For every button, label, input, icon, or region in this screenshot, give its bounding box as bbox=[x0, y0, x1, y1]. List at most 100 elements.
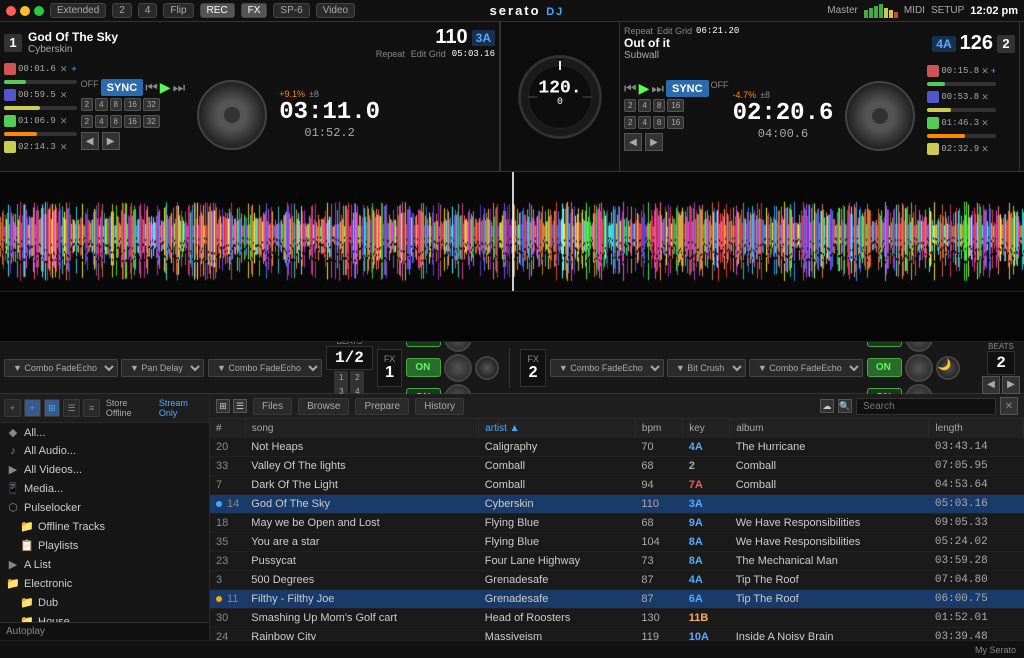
list2-btn[interactable]: ≡ bbox=[83, 399, 100, 417]
loop-fwd[interactable]: ▶ bbox=[102, 132, 120, 150]
col-artist[interactable]: artist ▲ bbox=[479, 419, 636, 438]
table-row[interactable]: 30 Smashing Up Mom's Golf cart Head of R… bbox=[210, 609, 1024, 628]
num-btn-2[interactable]: 2 bbox=[112, 3, 132, 18]
fx-select-2[interactable]: ▼ Pan Delay bbox=[121, 359, 204, 377]
fx-on-2[interactable]: ON bbox=[406, 358, 441, 377]
rec-btn[interactable]: REC bbox=[200, 3, 235, 18]
sp6-btn[interactable]: SP-6 bbox=[273, 3, 309, 18]
table-row[interactable]: 20 Not Heaps Caligraphy 70 4A The Hurric… bbox=[210, 438, 1024, 457]
track-length: 05:03.16 bbox=[929, 495, 1024, 514]
table-row[interactable]: 11 Filthy - Filthy Joe Grenadesafe 87 6A… bbox=[210, 590, 1024, 609]
table-row[interactable]: 14 God Of The Sky Cyberskin 110 3A 05:03… bbox=[210, 495, 1024, 514]
beats-2: BEATS 2 ◀ ▶ bbox=[982, 342, 1020, 394]
list-btn[interactable]: ☰ bbox=[63, 399, 80, 417]
sidebar-item-audio[interactable]: ♪ All Audio... bbox=[0, 442, 209, 460]
hotcue-2[interactable] bbox=[4, 89, 16, 101]
grid-btn[interactable]: ⊞ bbox=[44, 399, 61, 417]
col-key[interactable]: key bbox=[683, 419, 730, 438]
history-btn[interactable]: History bbox=[415, 398, 464, 415]
deck2-fwd[interactable]: ▶ bbox=[645, 133, 663, 151]
fx-on-r2[interactable]: ON bbox=[867, 358, 902, 377]
beats2-back[interactable]: ◀ bbox=[982, 376, 1000, 394]
add-btn[interactable]: + bbox=[4, 399, 21, 417]
loop-back[interactable]: ◀ bbox=[81, 132, 99, 150]
fx-select-6[interactable]: ▼ Combo FadeEcho bbox=[749, 359, 863, 377]
autoplay-bar[interactable]: Autoplay bbox=[0, 622, 209, 640]
fx-select-3[interactable]: ▼ Combo FadeEcho bbox=[208, 359, 322, 377]
waveform-area[interactable] bbox=[0, 172, 1024, 292]
moon-knob-2[interactable]: 🌙 bbox=[936, 356, 960, 380]
store-offline[interactable]: Store Offline bbox=[106, 398, 152, 418]
hotcue-1[interactable] bbox=[4, 63, 16, 75]
col-length[interactable]: length bbox=[929, 419, 1024, 438]
track-length: 03:39.48 bbox=[929, 628, 1024, 641]
close-btn[interactable] bbox=[6, 6, 16, 16]
minimize-btn[interactable] bbox=[20, 6, 30, 16]
fx-knob-r2[interactable] bbox=[905, 354, 933, 382]
hotcue-d2-3[interactable] bbox=[927, 117, 939, 129]
beats2-fwd[interactable]: ▶ bbox=[1002, 376, 1020, 394]
alist-icon: ▶ bbox=[6, 558, 20, 571]
beats-1-btn[interactable]: 1 bbox=[334, 371, 348, 385]
fx-select-4[interactable]: ▼ Combo FadeEcho bbox=[550, 359, 664, 377]
search-input[interactable] bbox=[856, 398, 996, 415]
deck-2-vinyl[interactable] bbox=[845, 81, 915, 151]
hotcue-d2-1[interactable] bbox=[927, 65, 939, 77]
sidebar-item-alist[interactable]: ▶ A List bbox=[0, 555, 209, 574]
sidebar-item-videos[interactable]: ▶ All Videos... bbox=[0, 460, 209, 479]
fx-select-1[interactable]: ▼ Combo FadeEcho bbox=[4, 359, 118, 377]
my-serato-link[interactable]: My Serato bbox=[975, 645, 1016, 655]
table-row[interactable]: 33 Valley Of The lights Comball 68 2 Com… bbox=[210, 457, 1024, 476]
table-row[interactable]: 7 Dark Of The Light Comball 94 7A Combal… bbox=[210, 476, 1024, 495]
sidebar-item-electronic[interactable]: 📁 Electronic bbox=[0, 574, 209, 593]
col-song[interactable]: song bbox=[245, 419, 478, 438]
table-row[interactable]: 24 Rainbow City Massiveism 119 10A Insid… bbox=[210, 628, 1024, 641]
table-row[interactable]: 3 500 Degrees Grenadesafe 87 4A Tip The … bbox=[210, 571, 1024, 590]
fx-btn[interactable]: FX bbox=[241, 3, 268, 18]
plus-btn[interactable]: + bbox=[24, 399, 41, 417]
lib-icon-1[interactable]: ⊞ bbox=[216, 399, 230, 413]
vu-meter bbox=[864, 4, 898, 18]
fx-knob-2[interactable] bbox=[444, 354, 472, 382]
col-num[interactable]: # bbox=[210, 419, 245, 438]
deck-1-vinyl[interactable] bbox=[197, 80, 267, 150]
sidebar-item-playlists[interactable]: 📋 Playlists bbox=[0, 536, 209, 555]
deck-1-sync[interactable]: SYNC bbox=[101, 79, 144, 96]
table-row[interactable]: 23 Pussycat Four Lane Highway 73 8A The … bbox=[210, 552, 1024, 571]
deck-2-sync[interactable]: SYNC bbox=[666, 80, 709, 97]
deck2-back[interactable]: ◀ bbox=[624, 133, 642, 151]
table-row[interactable]: 35 You are a star Flying Blue 104 8A We … bbox=[210, 533, 1024, 552]
search-close[interactable]: ✕ bbox=[1000, 397, 1018, 415]
cloud-icon[interactable]: ☁ bbox=[820, 399, 834, 413]
sidebar-item-all[interactable]: ◆ All... bbox=[0, 423, 209, 442]
hotcue-d2-4[interactable] bbox=[927, 143, 939, 155]
hotcue-d2-2[interactable] bbox=[927, 91, 939, 103]
sidebar-item-pulselocker[interactable]: ⬡ Pulselocker bbox=[0, 498, 209, 517]
track-key: 6A bbox=[683, 590, 730, 609]
stream-only[interactable]: Stream Only bbox=[159, 398, 205, 418]
prepare-btn[interactable]: Prepare bbox=[355, 398, 409, 415]
extended-btn[interactable]: Extended bbox=[50, 3, 106, 18]
sidebar-item-media[interactable]: 📱 Media... bbox=[0, 479, 209, 498]
flip-btn[interactable]: Flip bbox=[163, 3, 193, 18]
sidebar-item-offline[interactable]: 📁 Offline Tracks bbox=[0, 517, 209, 536]
search-icon[interactable]: 🔍 bbox=[838, 399, 852, 413]
hotcue-3[interactable] bbox=[4, 115, 16, 127]
col-album[interactable]: album bbox=[730, 419, 929, 438]
files-btn[interactable]: Files bbox=[253, 398, 292, 415]
track-num: 11 bbox=[210, 590, 245, 609]
mini-waveform[interactable] bbox=[0, 292, 1024, 342]
fx-select-5[interactable]: ▼ Bit Crush bbox=[667, 359, 746, 377]
browse-btn[interactable]: Browse bbox=[298, 398, 349, 415]
hotcue-4[interactable] bbox=[4, 141, 16, 153]
col-bpm[interactable]: bpm bbox=[635, 419, 682, 438]
sidebar-item-dub[interactable]: 📁 Dub bbox=[0, 593, 209, 612]
beats-2-btn[interactable]: 2 bbox=[350, 371, 364, 385]
video-btn[interactable]: Video bbox=[316, 3, 355, 18]
table-row[interactable]: 18 May we be Open and Lost Flying Blue 6… bbox=[210, 514, 1024, 533]
lib-icon-2[interactable]: ☰ bbox=[233, 399, 247, 413]
track-num: 3 bbox=[210, 571, 245, 590]
maximize-btn[interactable] bbox=[34, 6, 44, 16]
moon-knob[interactable] bbox=[475, 356, 499, 380]
num-btn-4[interactable]: 4 bbox=[138, 3, 158, 18]
